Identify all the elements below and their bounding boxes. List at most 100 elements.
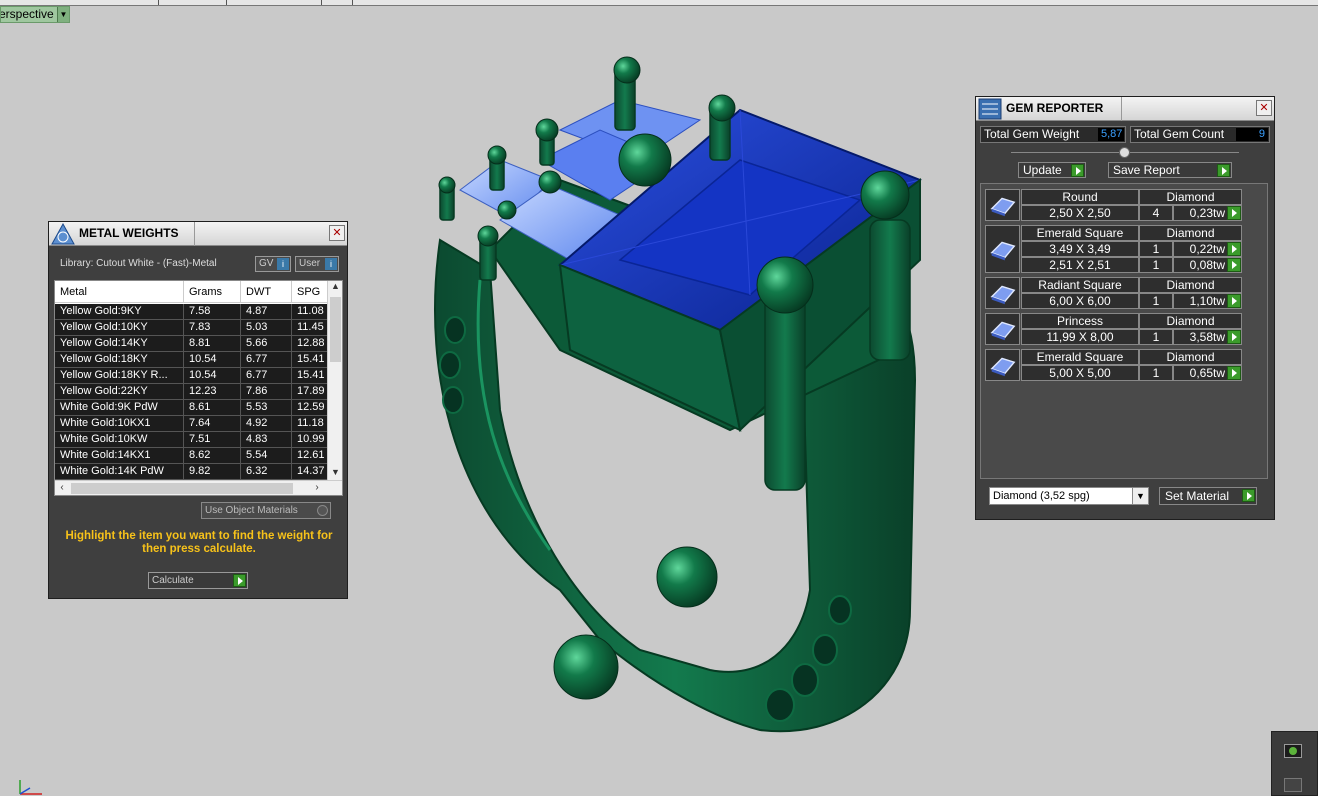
use-object-materials-toggle[interactable]: Use Object Materials bbox=[201, 502, 331, 519]
close-icon[interactable]: ✕ bbox=[329, 225, 345, 241]
table-row[interactable]: White Gold:14K PdW 9.82 6.32 14.37 bbox=[55, 464, 327, 480]
table-cell: White Gold:14KX1 bbox=[55, 448, 184, 463]
scroll-up-icon[interactable]: ▲ bbox=[328, 281, 342, 295]
table-row[interactable]: Yellow Gold:14KY 8.81 5.66 12.88 bbox=[55, 336, 327, 352]
gem-total-weight[interactable]: 1,10tw bbox=[1173, 293, 1242, 309]
table-cell: Yellow Gold:18KY bbox=[55, 352, 184, 367]
gem-total-weight[interactable]: 0,65tw bbox=[1173, 365, 1242, 381]
gv-toggle[interactable]: GV i bbox=[255, 256, 291, 272]
gem-size: 3,49 X 3,49 bbox=[1021, 241, 1139, 257]
gem-total-weight[interactable]: 0,23tw bbox=[1173, 205, 1242, 221]
gem-size: 6,00 X 6,00 bbox=[1021, 293, 1139, 309]
scroll-thumb[interactable] bbox=[71, 483, 293, 494]
set-material-button[interactable]: Set Material bbox=[1159, 487, 1257, 505]
metal-weights-logo-icon bbox=[51, 223, 75, 245]
play-icon[interactable] bbox=[1227, 206, 1241, 220]
table-row[interactable]: Yellow Gold:22KY 12.23 7.86 17.89 bbox=[55, 384, 327, 400]
gem-group[interactable]: Emerald Square Diamond 5,00 X 5,00 1 0,65tw bbox=[985, 349, 1245, 381]
table-row[interactable]: White Gold:14KX1 8.62 5.54 12.61 bbox=[55, 448, 327, 464]
gem-size: 2,50 X 2,50 bbox=[1021, 205, 1139, 221]
table-cell: Yellow Gold:18KY R... bbox=[55, 368, 184, 383]
play-icon[interactable] bbox=[1242, 489, 1255, 502]
viewport-perspective-selector[interactable]: erspective ▼ bbox=[0, 6, 70, 23]
gem-total-weight-value: 0,08tw bbox=[1189, 258, 1225, 272]
material-select[interactable]: Diamond (3,52 spg) ▼ bbox=[989, 487, 1149, 505]
table-cell: 4.87 bbox=[241, 304, 292, 319]
gem-reporter-logo-icon bbox=[978, 98, 1002, 120]
table-cell: 5.54 bbox=[241, 448, 292, 463]
gem-list[interactable]: Round Diamond 2,50 X 2,50 4 0,23tw Emerald Sq… bbox=[980, 183, 1268, 479]
radio-icon[interactable] bbox=[317, 505, 328, 516]
table-cell: 7.58 bbox=[184, 304, 241, 319]
close-icon[interactable]: ✕ bbox=[1256, 100, 1272, 116]
column-header-dwt[interactable]: DWT bbox=[241, 281, 292, 302]
gem-shape-icon bbox=[985, 277, 1020, 309]
play-icon[interactable] bbox=[1227, 330, 1241, 344]
gem-total-weight-value: 3,58tw bbox=[1189, 330, 1225, 344]
column-header-metal[interactable]: Metal bbox=[55, 281, 184, 302]
table-cell: White Gold:9K PdW bbox=[55, 400, 184, 415]
user-toggle[interactable]: User i bbox=[295, 256, 339, 272]
scroll-thumb[interactable] bbox=[330, 297, 341, 362]
play-icon[interactable] bbox=[1227, 258, 1241, 272]
table-row[interactable]: White Gold:10KW 7.51 4.83 10.99 bbox=[55, 432, 327, 448]
slider-knob[interactable] bbox=[1119, 147, 1130, 158]
update-button[interactable]: Update bbox=[1018, 162, 1086, 178]
gem-group[interactable]: Round Diamond 2,50 X 2,50 4 0,23tw bbox=[985, 189, 1245, 221]
pen-icon[interactable] bbox=[1284, 778, 1302, 792]
metal-weights-title: METAL WEIGHTS bbox=[79, 226, 179, 240]
vertical-scrollbar[interactable]: ▲ ▼ bbox=[327, 281, 342, 481]
column-header-grams[interactable]: Grams bbox=[184, 281, 241, 302]
table-cell: 7.64 bbox=[184, 416, 241, 431]
column-header-spg[interactable]: SPG bbox=[292, 281, 327, 302]
play-icon[interactable] bbox=[1217, 164, 1230, 177]
scroll-left-icon[interactable]: ‹ bbox=[55, 481, 69, 495]
scroll-right-icon[interactable]: › bbox=[310, 481, 324, 495]
gem-shape-label: Round bbox=[1021, 189, 1139, 205]
table-cell: 17.89 bbox=[297, 385, 325, 397]
table-cell: 8.62 bbox=[184, 448, 241, 463]
gem-total-weight-value: 0,65tw bbox=[1189, 366, 1225, 380]
gv-label: GV bbox=[259, 258, 274, 269]
horizontal-scrollbar[interactable]: ‹ › bbox=[55, 480, 342, 495]
metal-weights-titlebar[interactable]: METAL WEIGHTS ✕ bbox=[49, 222, 347, 246]
table-row[interactable]: Yellow Gold:9KY 7.58 4.87 11.08 bbox=[55, 304, 327, 320]
gem-group[interactable]: Emerald Square Diamond 3,49 X 3,49 1 0,22tw 2… bbox=[985, 225, 1245, 273]
gem-total-weight[interactable]: 0,22tw bbox=[1173, 241, 1242, 257]
save-report-button[interactable]: Save Report bbox=[1108, 162, 1232, 178]
set-material-label: Set Material bbox=[1165, 489, 1230, 503]
play-icon[interactable] bbox=[1071, 164, 1084, 177]
play-icon[interactable] bbox=[233, 574, 246, 587]
table-row[interactable]: White Gold:10KX1 7.64 4.92 11.18 bbox=[55, 416, 327, 432]
table-cell: Yellow Gold:14KY bbox=[55, 336, 184, 351]
gem-group[interactable]: Princess Diamond 11,99 X 8,00 1 3,58tw bbox=[985, 313, 1245, 345]
ring-3d-model[interactable] bbox=[420, 50, 940, 750]
gem-total-weight-value: 0,23tw bbox=[1189, 206, 1225, 220]
play-icon[interactable] bbox=[1227, 294, 1241, 308]
table-cell: 15.41 bbox=[297, 369, 325, 381]
gem-total-weight[interactable]: 3,58tw bbox=[1173, 329, 1242, 345]
gem-reporter-titlebar[interactable]: GEM REPORTER ✕ bbox=[976, 97, 1274, 121]
table-cell: 6.77 bbox=[241, 352, 292, 367]
gem-count: 1 bbox=[1139, 365, 1173, 381]
metal-table[interactable]: Metal Grams DWT SPG Yellow Gold:9KY 7.58 4… bbox=[54, 280, 343, 496]
calculate-button[interactable]: Calculate bbox=[148, 572, 248, 589]
chevron-down-icon[interactable]: ▼ bbox=[57, 7, 69, 22]
table-row[interactable]: Yellow Gold:10KY 7.83 5.03 11.45 bbox=[55, 320, 327, 336]
play-icon[interactable] bbox=[1227, 366, 1241, 380]
display-mode-icon[interactable] bbox=[1284, 744, 1302, 758]
table-row[interactable]: Yellow Gold:18KY R... 10.54 6.77 15.41 bbox=[55, 368, 327, 384]
table-cell: 8.81 bbox=[184, 336, 241, 351]
scroll-down-icon[interactable]: ▼ bbox=[328, 467, 342, 481]
play-icon[interactable] bbox=[1227, 242, 1241, 256]
metal-table-rows: Yellow Gold:9KY 7.58 4.87 11.08 Yellow Gold:… bbox=[55, 304, 327, 480]
gem-total-weight[interactable]: 0,08tw bbox=[1173, 257, 1242, 273]
gem-material-label: Diamond bbox=[1139, 349, 1242, 365]
table-cell: 6.77 bbox=[241, 368, 292, 383]
table-row[interactable]: Yellow Gold:18KY 10.54 6.77 15.41 bbox=[55, 352, 327, 368]
table-row[interactable]: White Gold:9K PdW 8.61 5.53 12.59 bbox=[55, 400, 327, 416]
table-cell: 7.86 bbox=[241, 384, 292, 399]
gem-group[interactable]: Radiant Square Diamond 6,00 X 6,00 1 1,10tw bbox=[985, 277, 1245, 309]
chevron-down-icon[interactable]: ▼ bbox=[1132, 488, 1148, 504]
table-cell: 11.18 bbox=[297, 417, 324, 429]
